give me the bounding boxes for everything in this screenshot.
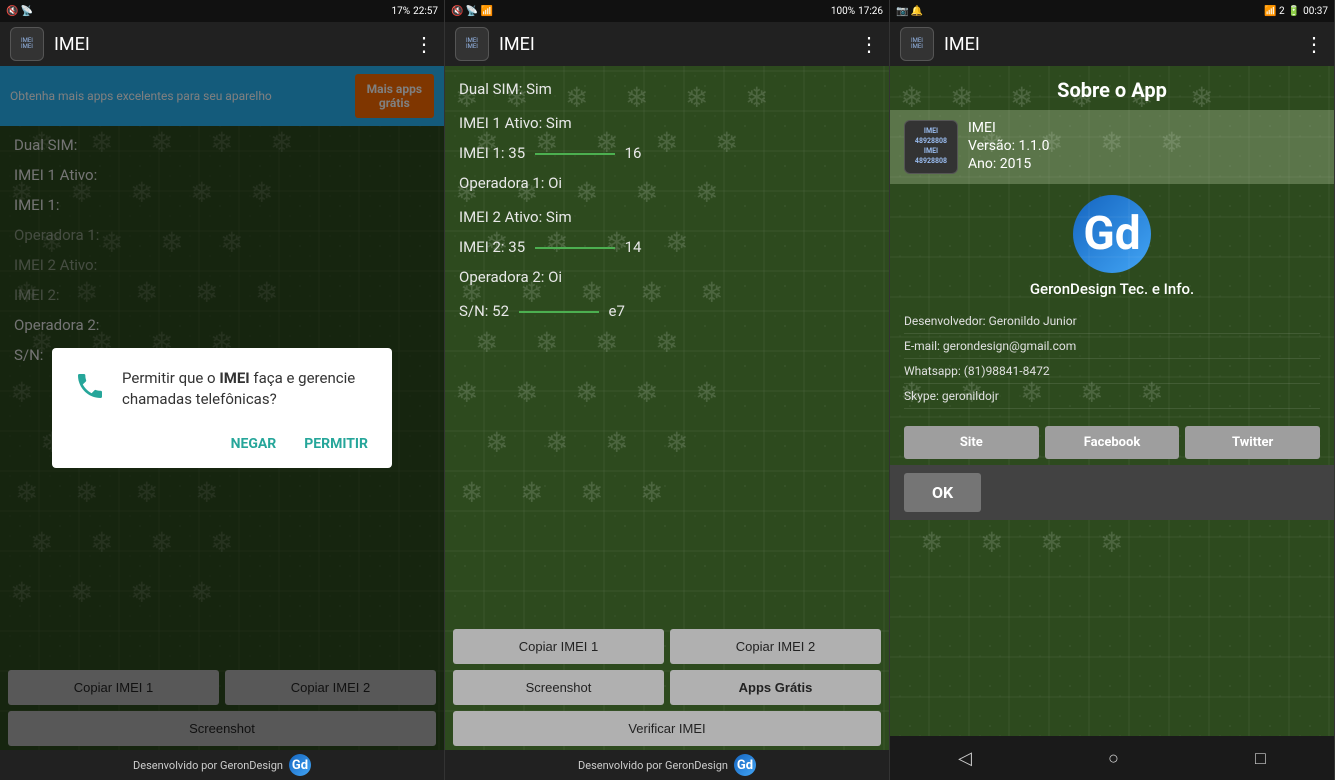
gd-circle: Gd <box>1073 195 1151 273</box>
app-bar-2: IMEIIMEI IMEI ⋮ <box>445 22 889 66</box>
phone-3: 📷 🔔 📶 2 🔋 00:37 IMEIIMEI IMEI ⋮ ❄ ❄ ❄ ❄ … <box>890 0 1335 780</box>
developer-row: Desenvolvedor: Geronildo Junior <box>904 314 1320 334</box>
imei2-section: IMEI 2 Ativo: Sim IMEI 2: 35 14 Operador… <box>459 208 875 286</box>
status-icons-1: 🔇 📡 <box>6 6 33 17</box>
time-3: 00:37 <box>1303 6 1328 17</box>
status-left-2: 🔇 📡 📶 <box>451 6 493 17</box>
recent-nav[interactable]: □ <box>1255 748 1266 769</box>
apps-gratis-btn-2[interactable]: Apps Grátis <box>670 670 881 705</box>
sn-row-2: S/N: 52 e7 <box>459 302 875 320</box>
phone-2: 🔇 📡 📶 100% 17:26 IMEIIMEI IMEI ⋮ ❄ ❄ ❄ ❄… <box>445 0 890 780</box>
copiar-imei1-btn-2[interactable]: Copiar IMEI 1 <box>453 629 664 664</box>
footer-text-1: Desenvolvido por GeronDesign <box>133 759 283 772</box>
about-app-text: IMEI Versão: 1.1.0 Ano: 2015 <box>968 120 1049 174</box>
dual-sim-row-2: Dual SIM: Sim <box>459 80 875 98</box>
app-bar-1: IMEIIMEI IMEI ⋮ <box>0 22 444 66</box>
app-icon-3: IMEIIMEI <box>900 27 934 61</box>
imei1-section: IMEI 1 Ativo: Sim IMEI 1: 35 16 Operador… <box>459 114 875 192</box>
imei2-ativo-row-2: IMEI 2 Ativo: Sim <box>459 208 875 226</box>
app-body-1: ❄ ❄ ❄ ❄ ❄ ❄ ❄ ❄ ❄ ❄ ❄ ❄ ❄ ❄ ❄ ❄ ❄ ❄ ❄ ❄ … <box>0 66 444 750</box>
menu-icon-3[interactable]: ⋮ <box>1304 32 1324 56</box>
status-right-3: 📶 2 🔋 00:37 <box>1264 6 1328 17</box>
status-left-3: 📷 🔔 <box>896 6 923 17</box>
imei1-ativo-row-2: IMEI 1 Ativo: Sim <box>459 114 875 132</box>
app-title-1: IMEI <box>54 34 404 55</box>
phone-icon <box>72 368 108 404</box>
whatsapp-row: Whatsapp: (81)98841-8472 <box>904 364 1320 384</box>
dialog-actions: NEGAR PERMITIR <box>72 430 372 458</box>
copiar-imei2-btn-2[interactable]: Copiar IMEI 2 <box>670 629 881 664</box>
nav-bar: ◁ ○ □ <box>890 736 1334 780</box>
app-body-2: ❄ ❄ ❄ ❄ ❄ ❄ ❄ ❄ ❄ ❄ ❄ ❄ ❄ ❄ ❄ ❄ ❄ ❄ ❄ ❄ … <box>445 66 889 750</box>
footer-text-2: Desenvolvido por GeronDesign <box>578 759 728 772</box>
back-nav[interactable]: ◁ <box>958 748 972 769</box>
phone-1: 🔇 📡 17% 22:57 IMEIIMEI IMEI ⋮ ❄ ❄ ❄ ❄ ❄ … <box>0 0 445 780</box>
company-name: GeronDesign Tec. e Info. <box>890 280 1334 298</box>
signal-3: 📶 2 <box>1264 6 1285 17</box>
about-app-name: IMEI <box>968 120 1049 136</box>
imei2-row-2: IMEI 2: 35 14 <box>459 238 875 256</box>
permitir-btn[interactable]: PERMITIR <box>300 430 372 458</box>
content-2: Dual SIM: Sim IMEI 1 Ativo: Sim IMEI 1: … <box>445 66 889 623</box>
status-bar-1: 🔇 📡 17% 22:57 <box>0 0 444 22</box>
about-app-icon: IMEI48928808IMEI48928808 <box>904 120 958 174</box>
status-icons-2: 🔇 📡 📶 <box>451 6 493 17</box>
battery-3: 🔋 <box>1288 6 1300 17</box>
app-body-3: ❄ ❄ ❄ ❄ ❄ ❄ ❄ ❄ ❄ ❄ ❄ ❄ ❄ ❄ ❄ ❄ ❄ ❄ ❄ ❄ … <box>890 66 1334 736</box>
bottom-buttons-2: Copiar IMEI 1 Copiar IMEI 2 Screenshot A… <box>445 623 889 750</box>
about-details: Desenvolvedor: Geronildo Junior E-mail: … <box>890 308 1334 420</box>
operadora1-row-2: Operadora 1: Oi <box>459 174 875 192</box>
status-bar-2: 🔇 📡 📶 100% 17:26 <box>445 0 889 22</box>
status-left-1: 🔇 📡 <box>6 6 33 17</box>
footer-1: Desenvolvido por GeronDesign Gd <box>0 750 444 780</box>
dialog-header: Permitir que o IMEI faça e gerencie cham… <box>72 368 372 410</box>
email-row: E-mail: gerondesign@gmail.com <box>904 339 1320 359</box>
home-nav[interactable]: ○ <box>1108 748 1119 769</box>
time-1: 22:57 <box>413 6 438 17</box>
sn-section: S/N: 52 e7 <box>459 302 875 320</box>
menu-icon-1[interactable]: ⋮ <box>414 32 434 56</box>
battery-1: 17% <box>392 6 411 17</box>
app-bar-3: IMEIIMEI IMEI ⋮ <box>890 22 1334 66</box>
app-title-3: IMEI <box>944 34 1294 55</box>
social-buttons: Site Facebook Twitter <box>890 420 1334 465</box>
imei1-row-2: IMEI 1: 35 16 <box>459 144 875 162</box>
facebook-btn[interactable]: Facebook <box>1045 426 1180 459</box>
status-right-2: 100% 17:26 <box>831 6 883 17</box>
skype-row: Skype: geronildojr <box>904 389 1320 409</box>
dual-sim-section: Dual SIM: Sim <box>459 80 875 98</box>
screenshot-btn-2[interactable]: Screenshot <box>453 670 664 705</box>
about-title: Sobre o App <box>890 78 1334 102</box>
permission-dialog: Permitir que o IMEI faça e gerencie cham… <box>52 348 392 468</box>
app-icon-2: IMEIIMEI <box>455 27 489 61</box>
status-icons-3: 📷 🔔 <box>896 6 923 17</box>
negar-btn[interactable]: NEGAR <box>227 430 281 458</box>
ok-btn[interactable]: OK <box>904 473 981 512</box>
ok-bar: OK <box>890 465 1334 520</box>
verificar-imei-btn[interactable]: Verificar IMEI <box>453 711 881 746</box>
twitter-btn[interactable]: Twitter <box>1185 426 1320 459</box>
gd-logo-1: Gd <box>289 754 311 776</box>
operadora2-row-2: Operadora 2: Oi <box>459 268 875 286</box>
time-2: 17:26 <box>858 6 883 17</box>
menu-icon-2[interactable]: ⋮ <box>859 32 879 56</box>
footer-2: Desenvolvido por GeronDesign Gd <box>445 750 889 780</box>
app-title-2: IMEI <box>499 34 849 55</box>
about-app-info: IMEI48928808IMEI48928808 IMEI Versão: 1.… <box>890 110 1334 184</box>
gd-big-logo: Gd <box>1072 194 1152 274</box>
gd-logo-2: Gd <box>734 754 756 776</box>
about-year: Ano: 2015 <box>968 156 1049 172</box>
status-right-1: 17% 22:57 <box>392 6 438 17</box>
dialog-overlay: Permitir que o IMEI faça e gerencie cham… <box>0 66 444 750</box>
status-bar-3: 📷 🔔 📶 2 🔋 00:37 <box>890 0 1334 22</box>
battery-2: 100% <box>831 6 855 17</box>
site-btn[interactable]: Site <box>904 426 1039 459</box>
dialog-message: Permitir que o IMEI faça e gerencie cham… <box>122 368 372 410</box>
about-version: Versão: 1.1.0 <box>968 138 1049 154</box>
app-icon-1: IMEIIMEI <box>10 27 44 61</box>
